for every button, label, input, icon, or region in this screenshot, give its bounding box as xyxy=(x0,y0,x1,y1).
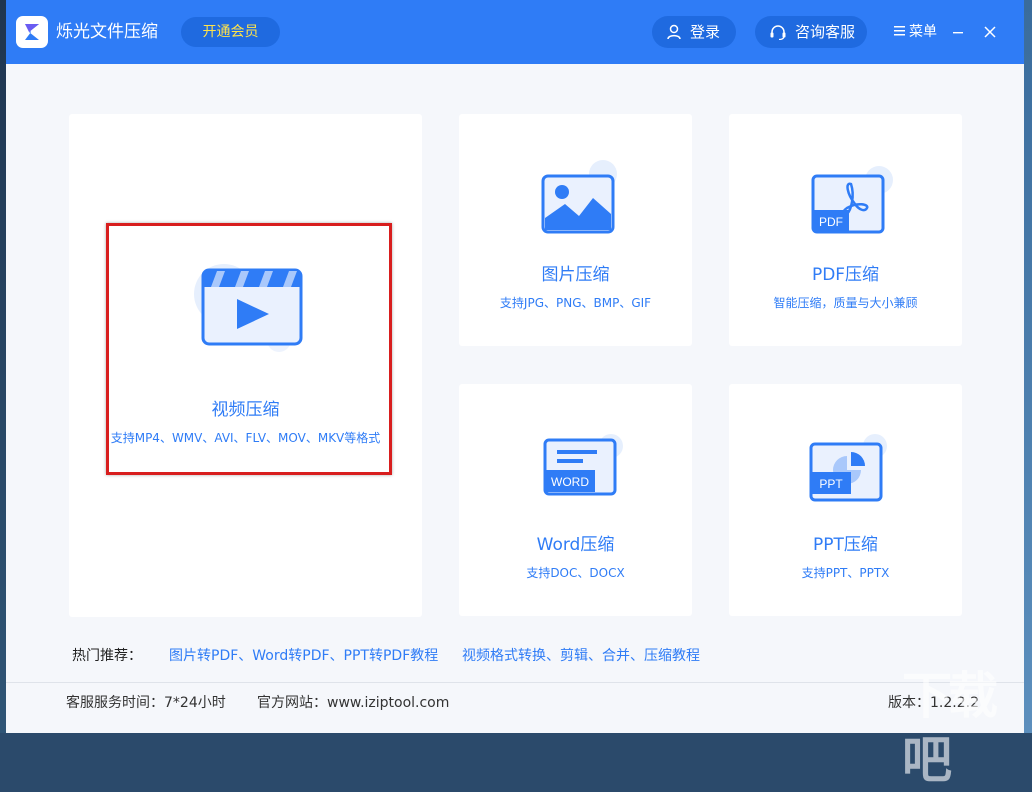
pdf-icon: PDF xyxy=(799,152,899,242)
headset-icon xyxy=(770,25,786,40)
close-button[interactable] xyxy=(982,24,998,40)
word-card-desc: 支持DOC、DOCX xyxy=(526,566,625,580)
user-icon xyxy=(667,24,681,40)
image-card-title: 图片压缩 xyxy=(541,265,610,285)
ppt-icon: PPT xyxy=(799,424,899,514)
support-button[interactable]: 咨询客服 xyxy=(755,16,867,48)
service-hours: 客服服务时间：7*24小时 xyxy=(66,695,226,711)
app-logo-icon xyxy=(16,16,48,48)
ppt-compress-card[interactable]: PPT PPT压缩 支持PPT、PPTX xyxy=(729,384,962,616)
vip-button[interactable]: 开通会员 xyxy=(181,17,280,47)
image-card-desc: 支持JPG、PNG、BMP、GIF xyxy=(499,296,652,310)
login-label: 登录 xyxy=(690,23,721,41)
hot-link-video-tutorial[interactable]: 视频格式转换、剪辑、合并、压缩教程 xyxy=(462,646,700,666)
hamburger-icon xyxy=(894,26,905,36)
login-button[interactable]: 登录 xyxy=(652,16,736,48)
minimize-icon xyxy=(953,32,963,34)
ppt-card-title: PPT压缩 xyxy=(813,535,878,555)
support-label: 咨询客服 xyxy=(795,23,856,41)
watermark: 下载吧 xyxy=(902,667,998,789)
app-title: 烁光文件压缩 xyxy=(56,22,158,42)
desktop-background-right xyxy=(1024,0,1032,733)
menu-label: 菜单 xyxy=(909,24,937,40)
pdf-card-title: PDF压缩 xyxy=(811,265,880,285)
image-icon xyxy=(529,152,629,242)
title-bar: 烁光文件压缩 开通会员 登录 咨询客服 菜单 xyxy=(6,0,1024,64)
word-card-title: Word压缩 xyxy=(536,535,615,555)
website-link[interactable]: 官方网站：www.iziptool.com xyxy=(257,693,449,713)
pdf-card-desc: 智能压缩，质量与大小兼顾 xyxy=(773,296,918,310)
word-icon-text: WORD xyxy=(551,475,589,489)
app-window: 烁光文件压缩 开通会员 登录 咨询客服 菜单 视频压缩 支持MP4、WMV、AV… xyxy=(6,0,1024,789)
ppt-icon-text: PPT xyxy=(819,477,843,491)
pdf-icon-text: PDF xyxy=(819,215,843,229)
word-icon: WORD xyxy=(529,420,629,510)
minimize-button[interactable] xyxy=(950,24,966,40)
footer-divider xyxy=(6,682,1024,683)
hot-label: 热门推荐： xyxy=(72,648,142,664)
close-icon xyxy=(984,26,996,38)
image-compress-card[interactable]: 图片压缩 支持JPG、PNG、BMP、GIF xyxy=(459,114,692,346)
hot-link-pdf-tutorial[interactable]: 图片转PDF、Word转PDF、PPT转PDF教程 xyxy=(169,646,438,666)
ppt-card-desc: 支持PPT、PPTX xyxy=(801,566,890,580)
pdf-compress-card[interactable]: PDF PDF压缩 智能压缩，质量与大小兼顾 xyxy=(729,114,962,346)
highlight-box xyxy=(106,223,392,475)
word-compress-card[interactable]: WORD Word压缩 支持DOC、DOCX xyxy=(459,384,692,616)
